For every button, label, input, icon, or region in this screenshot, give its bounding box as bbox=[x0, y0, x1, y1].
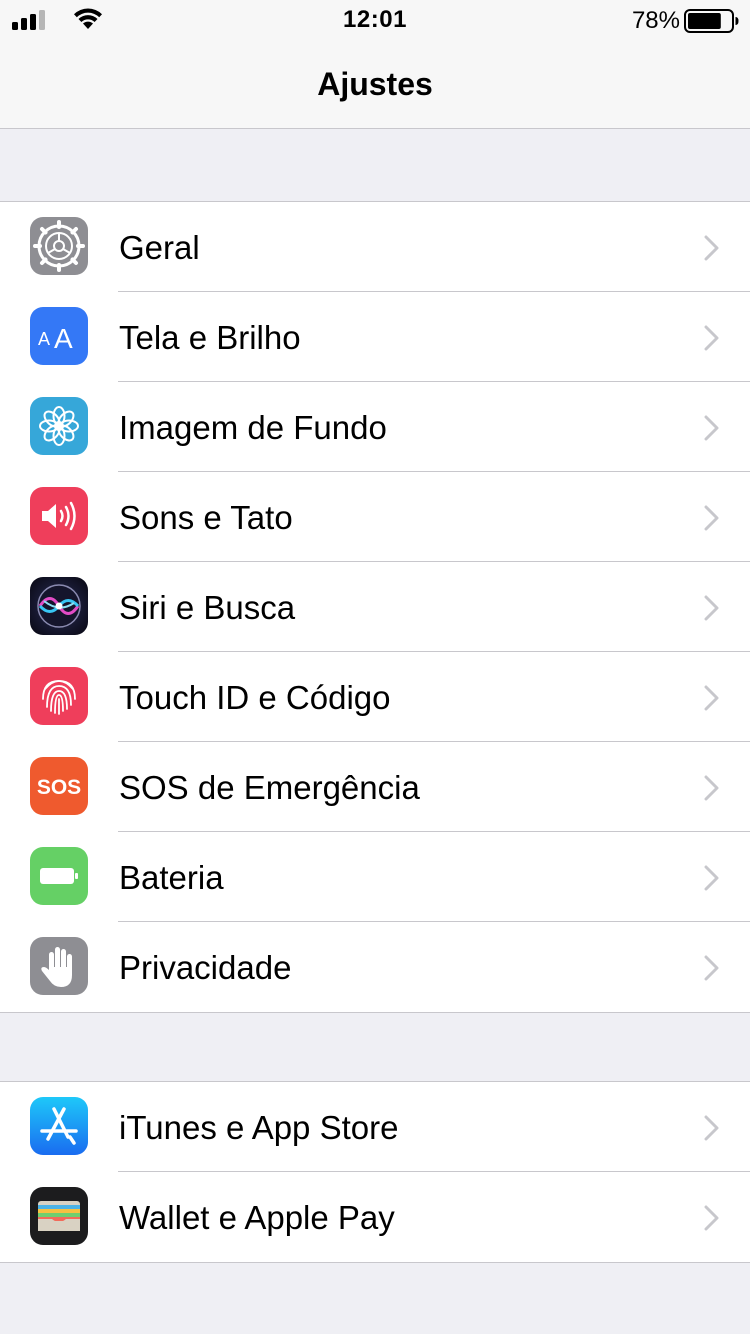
wallet-icon bbox=[30, 1187, 88, 1245]
status-bar: 12:01 78% bbox=[0, 0, 750, 40]
settings-row-label: Privacidade bbox=[119, 949, 292, 986]
siri-icon bbox=[30, 577, 88, 635]
chevron-right-icon bbox=[704, 235, 719, 261]
settings-row-bateria[interactable]: Bateria bbox=[0, 832, 750, 922]
battery-percent: 78% bbox=[631, 7, 680, 34]
chevron-right-icon bbox=[704, 595, 719, 621]
app-store-icon bbox=[30, 1097, 88, 1155]
chevron-right-icon bbox=[704, 775, 719, 801]
svg-text:A: A bbox=[38, 329, 50, 349]
settings-row-label: SOS de Emergência bbox=[119, 769, 420, 806]
fingerprint-icon bbox=[30, 667, 88, 725]
settings-row-itunes-e-app-store[interactable]: iTunes e App Store bbox=[0, 1082, 750, 1172]
settings-row-sos-de-emergencia[interactable]: SOS SOS de Emergência bbox=[0, 742, 750, 832]
settings-group-main: Geral A A Tela e Brilho Imagem de Fundo … bbox=[0, 201, 750, 1013]
settings-row-label: Wallet e Apple Pay bbox=[119, 1199, 395, 1236]
settings-row-geral[interactable]: Geral bbox=[0, 202, 750, 292]
hand-icon bbox=[30, 937, 88, 995]
sos-icon: SOS bbox=[30, 757, 88, 815]
settings-row-siri-e-busca[interactable]: Siri e Busca bbox=[0, 562, 750, 652]
chevron-right-icon bbox=[704, 955, 719, 981]
chevron-right-icon bbox=[704, 685, 719, 711]
settings-row-label: Geral bbox=[119, 229, 200, 266]
settings-row-label: iTunes e App Store bbox=[119, 1109, 399, 1146]
chevron-right-icon bbox=[704, 505, 719, 531]
gear-icon bbox=[30, 217, 88, 275]
settings-group-store: iTunes e App Store Wallet e Apple Pay bbox=[0, 1081, 750, 1263]
battery-status-icon bbox=[684, 9, 739, 33]
settings-row-label: Sons e Tato bbox=[119, 499, 293, 536]
settings-row-label: Siri e Busca bbox=[119, 589, 296, 626]
settings-row-imagem-de-fundo[interactable]: Imagem de Fundo bbox=[0, 382, 750, 472]
battery-icon bbox=[30, 847, 88, 905]
settings-row-sons-e-tato[interactable]: Sons e Tato bbox=[0, 472, 750, 562]
speaker-icon bbox=[30, 487, 88, 545]
settings-row-label: Bateria bbox=[119, 859, 224, 896]
chevron-right-icon bbox=[704, 865, 719, 891]
chevron-right-icon bbox=[704, 325, 719, 351]
settings-row-touch-id-e-codigo[interactable]: Touch ID e Código bbox=[0, 652, 750, 742]
settings-row-tela-e-brilho[interactable]: A A Tela e Brilho bbox=[0, 292, 750, 382]
svg-text:A: A bbox=[54, 323, 73, 354]
settings-row-label: Touch ID e Código bbox=[119, 679, 391, 716]
page-title: Ajustes bbox=[317, 66, 433, 102]
navigation-bar: Ajustes bbox=[0, 40, 750, 129]
chevron-right-icon bbox=[704, 1205, 719, 1231]
display-brightness-icon: A A bbox=[30, 307, 88, 365]
settings-row-wallet-e-apple-pay[interactable]: Wallet e Apple Pay bbox=[0, 1172, 750, 1262]
settings-row-label: Imagem de Fundo bbox=[119, 409, 387, 446]
wallpaper-flower-icon bbox=[30, 397, 88, 455]
sos-icon-text: SOS bbox=[37, 776, 81, 799]
chevron-right-icon bbox=[704, 1115, 719, 1141]
settings-row-label: Tela e Brilho bbox=[119, 319, 301, 356]
chevron-right-icon bbox=[704, 415, 719, 441]
settings-row-privacidade[interactable]: Privacidade bbox=[0, 922, 750, 1012]
